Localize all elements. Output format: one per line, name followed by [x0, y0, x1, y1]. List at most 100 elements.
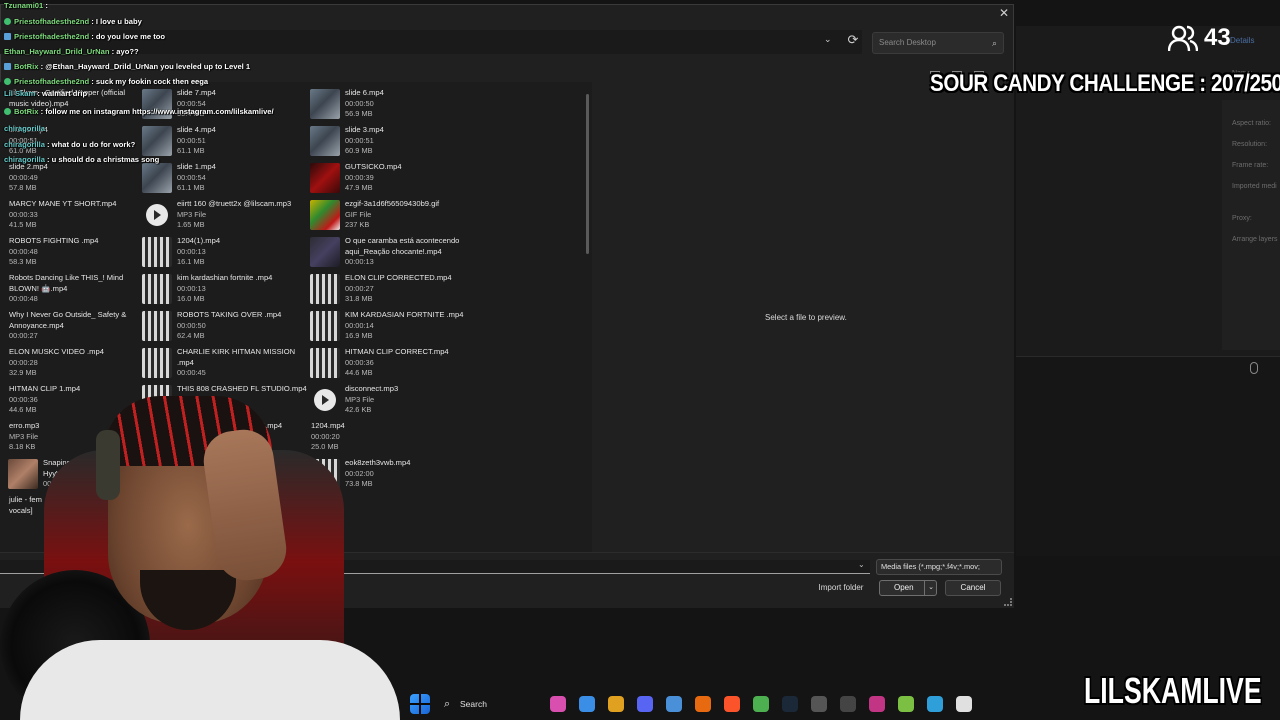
- file-size: 61.1 MB: [177, 146, 205, 155]
- file-type-select[interactable]: Media files (*.mpg;*.f4v;*.mov;: [876, 559, 1002, 575]
- chat-text: : walmart drip: [35, 89, 88, 98]
- file-duration: 00:00:27: [345, 283, 374, 293]
- file-thumbnail: [310, 274, 340, 304]
- file-thumbnail: [142, 274, 172, 304]
- chat-username: chiragorilla: [4, 140, 45, 149]
- file-item[interactable]: slide 6.mp4 00:00:50 56.9 MB: [310, 86, 470, 122]
- chat-message: Lil Skam : walmart drip: [4, 89, 87, 98]
- file-thumbnail: [310, 348, 340, 378]
- file-item[interactable]: HITMAN CLIP CORRECT.mp4 00:00:36 44.6 MB: [310, 345, 470, 381]
- bluestacks-icon[interactable]: [898, 696, 914, 712]
- windows-start-icon[interactable]: [410, 694, 430, 714]
- store-icon[interactable]: [666, 696, 682, 712]
- notepad-icon[interactable]: [927, 696, 943, 712]
- file-thumbnail: [310, 237, 340, 267]
- microphone-icon[interactable]: [1250, 362, 1258, 374]
- close-icon[interactable]: ✕: [997, 6, 1011, 20]
- capcut-icon[interactable]: [956, 696, 972, 712]
- instagram-icon[interactable]: [869, 696, 885, 712]
- file-size: 57.8 MB: [9, 183, 37, 192]
- file-item[interactable]: ezgif-3a1d6f56509430b9.gif GIF File 237 KB: [310, 197, 470, 233]
- file-name: ROBOTS FIGHTING .mp4: [9, 236, 99, 245]
- file-name: slide 1.mp4: [177, 162, 216, 171]
- chrome-icon[interactable]: [753, 696, 769, 712]
- file-name: Why I Never Go Outside_ Safety &: [9, 310, 127, 319]
- file-duration: 00:00:54: [177, 172, 206, 182]
- file-name: ezgif-3a1d6f56509430b9.gif: [345, 199, 440, 208]
- file-item[interactable]: slide 3.mp4 00:00:51 60.9 MB: [310, 123, 470, 159]
- preview-message: Select a file to preview.: [765, 313, 847, 322]
- file-duration: 00:00:13: [177, 246, 206, 256]
- resize-grip-icon[interactable]: [1004, 598, 1012, 606]
- file-item[interactable]: slide 7.mp4 00:00:54 55.4 MB: [142, 86, 302, 122]
- chat-username: chiragorilla: [4, 124, 45, 133]
- file-name: kim kardashian fortnite .mp4: [177, 273, 273, 282]
- file-thumbnail: [310, 311, 340, 341]
- refresh-icon[interactable]: ⟳: [845, 32, 861, 50]
- file-item[interactable]: KIM KARDASIAN FORTNITE .mp4 00:00:14 16.9 …: [310, 308, 470, 344]
- chat-username: chiragorilla: [4, 155, 45, 164]
- file-item[interactable]: slide 1.mp4 00:00:54 61.1 MB: [142, 160, 302, 196]
- copilot-icon[interactable]: [579, 696, 595, 712]
- cancel-button[interactable]: Cancel: [945, 580, 1001, 596]
- file-duration: 00:00:28: [9, 357, 38, 367]
- search-icon: ⌕: [444, 698, 451, 710]
- 4k-icon[interactable]: [840, 696, 856, 712]
- file-item[interactable]: slide 4.mp4 00:00:51 61.1 MB: [142, 123, 302, 159]
- import-folder-button[interactable]: Import folder: [812, 580, 870, 596]
- file-explorer-icon[interactable]: [608, 696, 624, 712]
- file-name: GUTSICKO.mp4: [345, 162, 402, 171]
- chat-username: Tzunami01: [4, 1, 44, 10]
- file-name: HITMAN CLIP CORRECT.mp4: [345, 347, 449, 356]
- file-item[interactable]: eiirtt 160 @truett2x @lilscam.mp3 MP3 Fil…: [142, 197, 302, 233]
- chat-text: : I love u baby: [89, 17, 142, 26]
- file-duration: 00:00:48: [9, 246, 38, 256]
- file-duration: 00:00:27: [9, 331, 38, 340]
- chat-badge-icon: [4, 18, 11, 25]
- app-icon-2[interactable]: [811, 696, 827, 712]
- properties-column: [1222, 100, 1280, 350]
- chat-username: Priestofhadesthe2nd: [14, 32, 90, 41]
- chat-username: BotRix: [14, 107, 39, 116]
- chat-username: Priestofhadesthe2nd: [14, 17, 90, 26]
- file-name-cont: aqui_Reação chocante!.mp4: [345, 246, 442, 256]
- file-duration: 00:00:51: [177, 135, 206, 145]
- search-icon: ⌕: [991, 38, 997, 48]
- brave-icon[interactable]: [724, 696, 740, 712]
- file-item[interactable]: ELON CLIP CORRECTED.mp4 00:00:27 31.8 MB: [310, 271, 470, 307]
- app-icon-1[interactable]: [550, 696, 566, 712]
- file-thumbnail: [142, 163, 172, 193]
- file-size: 60.9 MB: [345, 146, 373, 155]
- file-name: 1204(1).mp4: [177, 236, 221, 245]
- file-item[interactable]: ROBOTS TAKING OVER .mp4 00:00:50 62.4 MB: [142, 308, 302, 344]
- file-item[interactable]: kim kardashian fortnite .mp4 00:00:13 16.0…: [142, 271, 302, 307]
- chat-message: BotRix : @Ethan_Hayward_Drild_UrNan you …: [4, 62, 250, 71]
- taskbar-search-label: Search: [460, 699, 487, 709]
- chat-badge-icon: [4, 78, 11, 85]
- taskbar-search[interactable]: ⌕ Search: [440, 694, 536, 714]
- file-size: 237 KB: [345, 220, 370, 229]
- file-name-cont: Annoyance.mp4: [9, 320, 64, 330]
- file-duration: 00:00:39: [345, 172, 374, 182]
- chat-message: chiragorilla : u should do a christmas s…: [4, 155, 159, 164]
- file-name: O que caramba está acontecendo: [345, 236, 460, 245]
- prop-proxy: Proxy:: [1232, 215, 1252, 222]
- file-item[interactable]: CHARLIE KIRK HITMAN MISSION .mp4 00:00:45: [142, 345, 302, 381]
- open-dropdown-icon[interactable]: ⌄: [924, 580, 937, 596]
- timeline-area: [1016, 356, 1280, 556]
- file-size: 62.4 MB: [177, 331, 205, 340]
- file-item[interactable]: 1204(1).mp4 00:00:13 16.1 MB: [142, 234, 302, 270]
- viewers-icon: [1168, 25, 1198, 52]
- file-item[interactable]: GUTSICKO.mp4 00:00:39 47.9 MB: [310, 160, 470, 196]
- steam-icon[interactable]: [782, 696, 798, 712]
- chevron-down-icon[interactable]: ⌄: [858, 560, 865, 569]
- file-size: 31.8 MB: [345, 294, 373, 303]
- chat-message: BotRix : follow me on instagram https://…: [4, 107, 274, 116]
- chat-text: : what do u do for work?: [44, 140, 136, 149]
- search-input[interactable]: Search Desktop ⌕: [872, 32, 1004, 54]
- file-item[interactable]: O que caramba está acontecendo aqui_Reaçã…: [310, 234, 470, 270]
- discord-icon[interactable]: [637, 696, 653, 712]
- chevron-down-icon[interactable]: ⌄: [824, 34, 832, 45]
- scrollbar[interactable]: [586, 94, 589, 254]
- fl-studio-icon[interactable]: [695, 696, 711, 712]
